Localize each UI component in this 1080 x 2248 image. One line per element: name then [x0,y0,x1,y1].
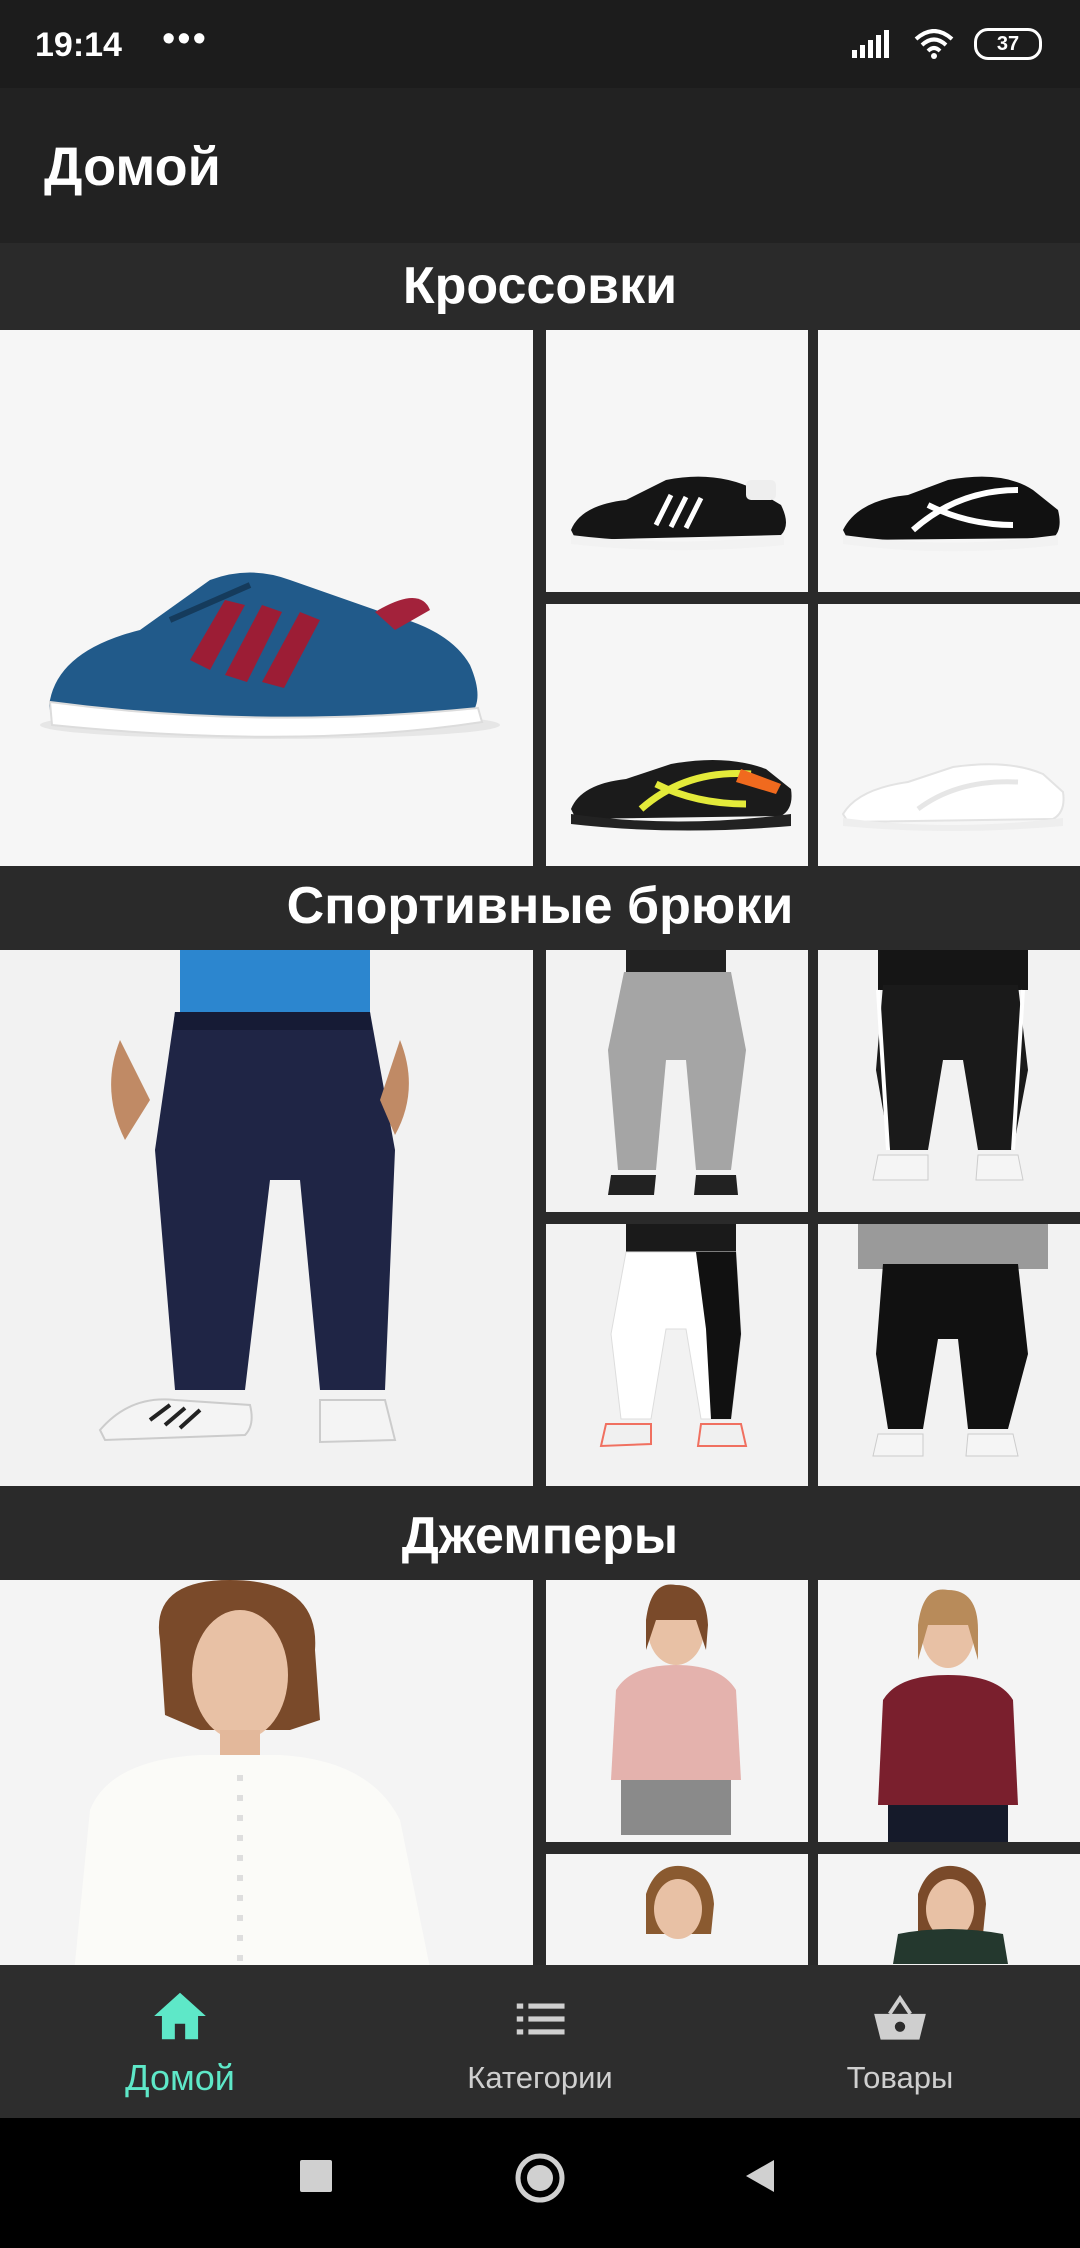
home-content[interactable]: Кроссовки Спортивные брюки Джемперы [0,243,1080,1965]
section-title[interactable]: Кроссовки [0,243,1080,330]
recents-button-icon[interactable] [298,2158,334,2194]
product-image[interactable] [0,330,533,866]
battery-level: 37 [996,32,1020,55]
wifi-icon [914,29,954,59]
product-image[interactable] [546,950,808,1212]
battery-icon: 37 [974,28,1042,60]
nav-categories[interactable]: Категории [360,1965,720,2118]
product-image[interactable] [818,1224,1080,1486]
product-image[interactable] [546,1224,808,1486]
product-image[interactable] [818,330,1080,592]
section-title[interactable]: Спортивные брюки [0,863,1080,950]
nav-products[interactable]: Товары [720,1965,1080,2118]
signal-icon [852,30,889,58]
product-image[interactable] [0,1580,533,1965]
product-image[interactable] [546,604,808,866]
page-title: Домой [44,137,221,197]
home-icon [154,1992,206,2039]
basket-icon [874,1994,926,2040]
product-image[interactable] [818,604,1080,866]
system-navigation [0,2118,1080,2248]
list-icon [516,2003,565,2034]
product-image[interactable] [818,950,1080,1212]
product-image[interactable] [818,1854,1080,1965]
product-image[interactable] [546,1854,808,1965]
section-sneakers: Кроссовки [0,243,1080,874]
home-button-icon[interactable] [514,2152,566,2204]
section-jumpers: Джемперы [0,1493,1080,1965]
section-title[interactable]: Джемперы [0,1493,1080,1580]
nav-home[interactable]: Домой [0,1965,360,2118]
back-button-icon[interactable] [742,2158,778,2194]
product-image[interactable] [546,330,808,592]
status-time: 19:14 [35,26,122,64]
nav-home-label: Домой [125,2056,235,2098]
product-image[interactable] [0,950,533,1486]
nav-categories-label: Категории [467,2059,613,2095]
nav-products-label: Товары [846,2059,954,2095]
status-icons: 37 [852,28,1042,60]
status-bar: 19:14 ••• 37 [0,0,1080,88]
product-image[interactable] [546,1580,808,1842]
product-image[interactable] [818,1580,1080,1842]
bottom-navigation: Домой Категории Товары [0,1965,1080,2118]
section-sport-pants: Спортивные брюки [0,863,1080,1494]
status-more-icon: ••• [162,18,208,60]
app-bar: Домой [0,88,1080,243]
